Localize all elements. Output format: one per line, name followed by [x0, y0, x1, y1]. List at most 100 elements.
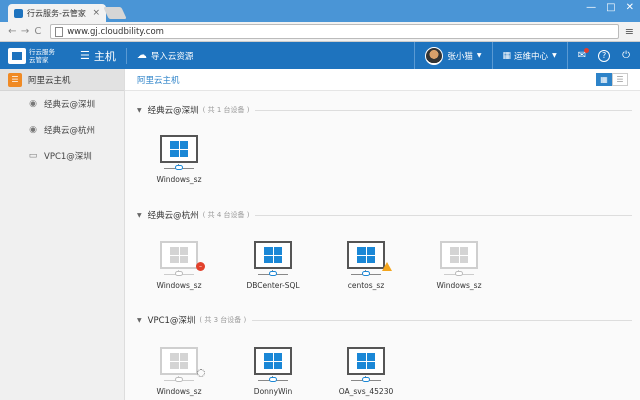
cloud-upload-icon: ☁	[136, 50, 147, 61]
device-card[interactable]: OA_svs_45230	[326, 347, 406, 396]
device-card[interactable]: DonnyWin	[233, 347, 313, 396]
cloud-icon	[455, 271, 463, 276]
tab-bar: 行云服务-云管家 × — □ ✕	[0, 0, 640, 22]
import-resources-button[interactable]: ☁ 导入云资源	[137, 50, 194, 62]
list-view-button[interactable]: ☰	[612, 73, 628, 86]
import-label: 导入云资源	[150, 51, 194, 62]
sidebar-item-classic-hangzhou[interactable]: ◉ 经典云@杭州	[0, 117, 124, 143]
windows-icon	[450, 247, 468, 263]
main-content: 阿里云主机 ▦ ☰ ▼ 经典云@深圳 ( 共 1 台设备 ) Windows_s…	[125, 69, 640, 400]
windows-icon	[170, 353, 188, 369]
sidebar-item-vpc1-shenzhen[interactable]: ▭ VPC1@深圳	[0, 143, 124, 169]
chevron-down-icon: ▼	[137, 211, 142, 219]
windows-icon	[264, 247, 282, 263]
chevron-down-icon: ▼	[476, 52, 482, 59]
main-nav-button[interactable]: ☰ 主机	[70, 47, 127, 64]
device-name: Windows_sz	[156, 175, 202, 184]
monitor-icon	[160, 347, 205, 377]
sidebar-item-label: VPC1@深圳	[44, 152, 92, 162]
reload-icon[interactable]: C	[31, 26, 44, 37]
error-icon: –	[196, 262, 205, 271]
sidebar-item-aliyun[interactable]: ☰ 阿里云主机	[0, 69, 124, 91]
hamburger-icon: ☰	[80, 49, 90, 62]
main-nav-label: 主机	[93, 49, 116, 63]
group-name: 经典云@杭州	[147, 211, 199, 221]
monitor-icon: –	[160, 241, 205, 271]
device-name: OA_svs_45230	[338, 387, 394, 396]
sidebar-item-classic-shenzhen[interactable]: ◉ 经典云@深圳	[0, 91, 124, 117]
map-pin-icon: ◉	[29, 99, 37, 109]
help-icon[interactable]: ?	[598, 49, 611, 62]
cloud-icon	[362, 377, 370, 382]
app-header: 行云服务 云管家 ☰ 主机 ☁ 导入云资源 张小猫 ▼ ▦ 运维中心 ▼ ✉ ?…	[0, 42, 640, 69]
mail-icon[interactable]: ✉	[578, 48, 590, 61]
maximize-icon[interactable]: □	[606, 2, 615, 13]
tab-close-icon[interactable]: ×	[92, 8, 100, 18]
windows-icon	[264, 353, 282, 369]
group-name: VPC1@深圳	[147, 316, 196, 326]
group-count: ( 共 1 台设备 )	[202, 106, 250, 114]
tab-title: 行云服务-云管家	[27, 8, 86, 18]
user-name: 张小猫	[447, 51, 473, 62]
sidebar-item-label: 经典云@杭州	[44, 126, 96, 136]
power-icon[interactable]: ⏻	[622, 50, 630, 61]
back-icon[interactable]: ←	[6, 26, 19, 37]
view-toggle: ▦ ☰	[596, 73, 628, 86]
sidebar: ☰ 阿里云主机 ◉ 经典云@深圳 ◉ 经典云@杭州 ▭ VPC1@深圳	[0, 69, 125, 400]
breadcrumb: 阿里云主机 ▦ ☰	[125, 69, 640, 91]
forward-icon[interactable]: →	[19, 26, 32, 37]
breadcrumb-label: 阿里云主机	[137, 75, 180, 86]
browser-tab[interactable]: 行云服务-云管家 ×	[8, 4, 106, 22]
app-logo[interactable]: 行云服务 云管家	[0, 42, 70, 69]
device-name: Windows_sz	[156, 281, 202, 290]
windows-icon	[170, 141, 188, 157]
chevron-down-icon: ▼	[137, 316, 142, 324]
group-header[interactable]: ▼ VPC1@深圳 ( 共 3 台设备 )	[137, 314, 632, 326]
device-name: centos_sz	[347, 281, 385, 290]
monitor-icon	[160, 135, 198, 163]
windows-icon	[357, 353, 375, 369]
group-count: ( 共 3 台设备 )	[199, 316, 247, 324]
device-card[interactable]: Windows_sz	[139, 135, 219, 184]
group-header[interactable]: ▼ 经典云@深圳 ( 共 1 台设备 )	[137, 104, 632, 116]
window-controls: — □ ✕	[586, 2, 634, 13]
cloud-icon	[269, 271, 277, 276]
ops-center-menu[interactable]: ▦ 运维中心 ▼	[491, 42, 567, 69]
device-card[interactable]: Windows_sz	[419, 241, 499, 290]
cloud-icon	[362, 271, 370, 276]
close-icon[interactable]: ✕	[626, 2, 634, 13]
cloud-icon	[175, 165, 183, 170]
user-menu[interactable]: 张小猫 ▼	[414, 42, 491, 69]
device-card[interactable]: DBCenter-SQL	[233, 241, 313, 290]
windows-icon	[357, 247, 375, 263]
device-card[interactable]: Windows_sz	[139, 347, 219, 396]
cloud-icon	[175, 377, 183, 382]
group-header[interactable]: ▼ 经典云@杭州 ( 共 4 台设备 )	[137, 209, 632, 221]
browser-menu-icon[interactable]: ≡	[625, 25, 634, 38]
notification-dot	[584, 48, 590, 53]
device-card[interactable]: – Windows_sz	[139, 241, 219, 290]
group-name: 经典云@深圳	[147, 106, 199, 116]
logo-line2: 云管家	[29, 55, 49, 64]
address-bar: ← → C www.gj.cloudbility.com ≡	[0, 22, 640, 42]
windows-icon	[170, 247, 188, 263]
grid-view-button[interactable]: ▦	[596, 73, 612, 86]
sidebar-item-label: 经典云@深圳	[44, 100, 96, 110]
device-card[interactable]: centos_sz	[326, 241, 406, 290]
chevron-down-icon: ▼	[137, 106, 142, 114]
warning-icon	[382, 262, 392, 271]
chevron-down-icon: ▼	[552, 52, 557, 59]
new-tab-button[interactable]	[103, 7, 127, 19]
logo-line1: 行云服务	[29, 47, 55, 56]
url-input[interactable]: www.gj.cloudbility.com	[50, 24, 619, 39]
device-name: DonnyWin	[253, 387, 293, 396]
monitor-icon	[347, 347, 385, 375]
favicon-icon	[14, 8, 23, 18]
minimize-icon[interactable]: —	[586, 2, 596, 13]
cloud-host-icon: ☰	[8, 72, 22, 87]
device-name: Windows_sz	[436, 281, 482, 290]
logo-icon	[8, 47, 26, 64]
sidebar-top-label: 阿里云主机	[28, 75, 71, 86]
device-name: DBCenter-SQL	[246, 281, 300, 290]
map-pin-icon: ◉	[29, 125, 37, 135]
